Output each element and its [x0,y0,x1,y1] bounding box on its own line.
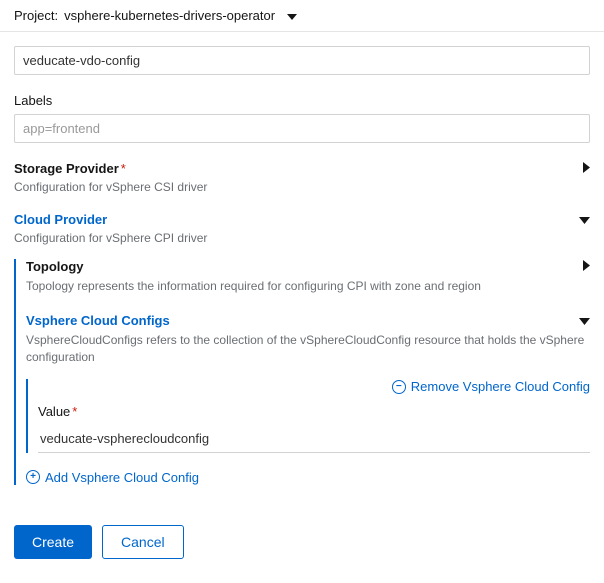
chevron-down-icon [579,313,590,328]
value-label: Value* [38,404,590,419]
chevron-down-icon [579,212,590,227]
topology-desc: Topology represents the information requ… [26,278,590,295]
name-field-group [14,46,590,75]
name-input[interactable] [14,46,590,75]
caret-down-icon [287,8,297,23]
add-cloud-config-label: Add Vsphere Cloud Config [45,470,199,485]
plus-circle-icon: + [26,470,40,484]
value-field-group: Value* [38,404,590,453]
cloud-provider-panel: Topology Topology represents the informa… [14,259,590,485]
labels-input[interactable] [14,114,590,143]
cloud-config-value-input[interactable] [38,425,590,453]
cloud-provider-title: Cloud Provider [14,212,107,227]
storage-provider-section: Storage Provider* Configuration for vSph… [14,161,590,194]
cloud-config-item: − Remove Vsphere Cloud Config Value* [26,379,590,453]
footer: Create Cancel [0,511,604,573]
project-selector[interactable]: Project: vsphere-kubernetes-drivers-oper… [0,0,604,32]
required-marker: * [121,161,126,176]
chevron-right-icon [583,161,590,176]
vsphere-cloud-configs-block: Vsphere Cloud Configs VsphereCloudConfig… [26,313,590,485]
vsphere-cloud-configs-desc: VsphereCloudConfigs refers to the collec… [26,332,590,366]
chevron-right-icon [583,259,590,274]
add-row: + Add Vsphere Cloud Config [26,467,590,485]
labels-field-group: Labels [14,93,590,143]
vsphere-cloud-configs-toggle[interactable]: Vsphere Cloud Configs [26,313,590,328]
storage-provider-toggle[interactable]: Storage Provider* [14,161,590,176]
storage-provider-desc: Configuration for vSphere CSI driver [14,180,590,194]
topology-title: Topology [26,259,84,274]
remove-cloud-config-button[interactable]: − Remove Vsphere Cloud Config [392,379,590,394]
project-name: vsphere-kubernetes-drivers-operator [64,8,275,23]
vsphere-cloud-configs-title: Vsphere Cloud Configs [26,313,170,328]
required-marker: * [72,404,77,419]
cloud-provider-toggle[interactable]: Cloud Provider [14,212,590,227]
cancel-button[interactable]: Cancel [102,525,184,559]
topology-toggle[interactable]: Topology [26,259,590,274]
project-label: Project: [14,8,58,23]
cloud-provider-desc: Configuration for vSphere CPI driver [14,231,590,245]
storage-provider-title: Storage Provider [14,161,119,176]
cloud-provider-section: Cloud Provider Configuration for vSphere… [14,212,590,485]
add-cloud-config-button[interactable]: + Add Vsphere Cloud Config [26,470,199,485]
create-button[interactable]: Create [14,525,92,559]
labels-label: Labels [14,93,590,108]
remove-cloud-config-label: Remove Vsphere Cloud Config [411,379,590,394]
minus-circle-icon: − [392,380,406,394]
remove-row: − Remove Vsphere Cloud Config [38,379,590,394]
form-body: Labels Storage Provider* Configuration f… [0,32,604,499]
